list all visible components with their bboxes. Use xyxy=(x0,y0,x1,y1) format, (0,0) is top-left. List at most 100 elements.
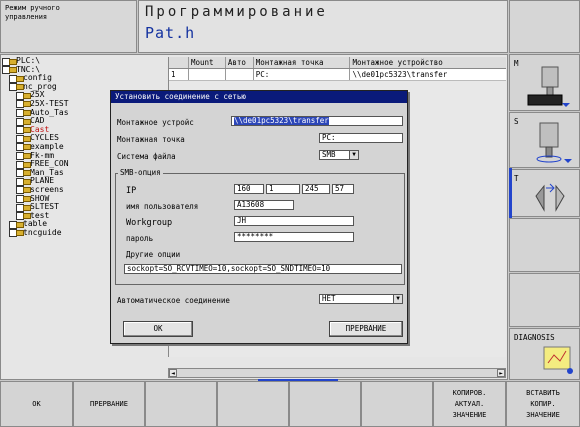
mount-device-field[interactable]: \\de01pc5323\transfer xyxy=(231,116,403,126)
folder-icon xyxy=(16,117,31,126)
column-header[interactable]: Авто xyxy=(226,57,254,68)
folder-icon xyxy=(16,100,31,109)
ip-octet-3[interactable]: 245 xyxy=(302,184,330,194)
password-label: пароль xyxy=(126,234,154,243)
tree-item-label: TNC:\ xyxy=(16,65,41,74)
other-options-label: Другие опции xyxy=(126,250,181,259)
tree-item-label: Man_Tas xyxy=(30,168,64,177)
column-header[interactable] xyxy=(169,57,189,68)
softkey-1[interactable]: OK xyxy=(0,381,73,427)
cancel-button[interactable]: ПРЕРВАНИЕ xyxy=(329,321,403,337)
spindle-icon xyxy=(527,66,570,107)
tool-t-key[interactable]: T xyxy=(509,169,580,217)
folder-icon xyxy=(16,169,31,178)
folder-icon xyxy=(16,212,31,221)
tree-item-label: config xyxy=(23,74,52,83)
ok-button[interactable]: OK xyxy=(123,321,193,337)
softkey-5[interactable] xyxy=(289,381,361,427)
tree-item-label: test xyxy=(30,211,50,220)
tree-item-label: FREE_CON xyxy=(30,160,69,169)
folder-icon xyxy=(9,220,24,229)
tool-change-icon xyxy=(535,183,565,212)
right-top-panel xyxy=(509,0,580,53)
table-cell xyxy=(226,69,254,80)
ip-octet-4[interactable]: 57 xyxy=(332,184,354,194)
tree-item-label: CYCLES xyxy=(30,134,59,143)
softkey-8[interactable]: ВСТАВИТЬ КОПИР. ЗНАЧЕНИЕ xyxy=(506,381,580,427)
folder-icon xyxy=(16,109,31,118)
tree-item[interactable]: TNC:\ xyxy=(2,66,164,75)
folder-icon xyxy=(16,134,31,143)
column-header[interactable]: Mount xyxy=(189,57,226,68)
tree-item[interactable]: config xyxy=(2,74,164,83)
auto-connect-select[interactable]: НЕТ ▼ xyxy=(319,294,403,304)
network-connection-dialog: Установить соединение с сетью Монтажное … xyxy=(110,90,408,344)
table-cell xyxy=(189,69,226,80)
mount-point-field[interactable]: PC: xyxy=(319,133,403,143)
folder-icon xyxy=(16,160,31,169)
softkey-6[interactable] xyxy=(361,381,433,427)
tree-item[interactable]: PLC:\ xyxy=(2,57,164,66)
ip-octet-2[interactable]: 1 xyxy=(266,184,300,194)
folder-icon xyxy=(2,57,17,66)
chevron-down-icon[interactable]: ▼ xyxy=(349,151,358,159)
tree-item-label: screens xyxy=(30,185,64,194)
mode-line-1: Режим ручного xyxy=(5,4,60,12)
tree-item-label: nc_prog xyxy=(23,82,57,91)
column-header[interactable]: Монтажное устройство xyxy=(350,57,506,68)
spindle-s-key[interactable]: S xyxy=(509,112,580,168)
folder-icon xyxy=(16,177,31,186)
folder-icon xyxy=(2,66,17,75)
filesystem-select[interactable]: SMB ▼ xyxy=(319,150,359,160)
ip-octet-1[interactable]: 160 xyxy=(234,184,264,194)
auto-connect-label: Автоматическое соединение xyxy=(117,296,230,305)
folder-icon xyxy=(16,152,31,161)
right-softkey-empty-2[interactable] xyxy=(509,273,580,327)
right-softkey-empty-1[interactable] xyxy=(509,218,580,272)
softkey-4[interactable] xyxy=(217,381,289,427)
workgroup-label: Workgroup xyxy=(126,218,173,228)
mode-line-2: управления xyxy=(5,13,48,21)
spindle-m-key[interactable]: M xyxy=(509,54,580,111)
tree-item-label: SHOW xyxy=(30,194,50,203)
s-label: S xyxy=(514,117,519,126)
horizontal-scrollbar[interactable]: ◄ ► xyxy=(168,368,506,378)
column-header[interactable]: Монтажная точка xyxy=(254,57,351,68)
scroll-left-icon[interactable]: ◄ xyxy=(169,369,177,377)
tree-item-label: PLANE xyxy=(30,177,55,186)
folder-icon xyxy=(16,126,31,135)
scroll-right-icon[interactable]: ► xyxy=(497,369,505,377)
page-title: Программирование xyxy=(145,4,328,20)
workgroup-field[interactable]: JH xyxy=(234,216,354,226)
diagnosis-key[interactable]: DIAGNOSIS xyxy=(509,328,580,380)
mount-device-value: \\de01pc5323\transfer xyxy=(234,116,329,125)
other-options-field[interactable]: sockopt=SO_RCVTIMEO=10,sockopt=SO_SNDTIM… xyxy=(124,264,402,274)
active-key-indicator xyxy=(509,168,512,218)
folder-icon xyxy=(16,186,31,195)
folder-icon xyxy=(16,195,31,203)
table-row[interactable]: 1 PC: \\de01pc5323\transfer xyxy=(169,69,506,81)
softkey-3[interactable] xyxy=(145,381,217,427)
softkey-2[interactable]: ПРЕРВАНИЕ xyxy=(73,381,145,427)
password-field[interactable]: ******** xyxy=(234,232,354,242)
diagnosis-icon xyxy=(543,346,573,374)
folder-icon xyxy=(9,74,24,83)
diagnosis-label: DIAGNOSIS xyxy=(514,333,555,342)
filesystem-label: Система файла xyxy=(117,152,176,161)
tree-item-label: Auto_Tas xyxy=(30,108,69,117)
tree-item-label: Cast xyxy=(30,125,50,134)
folder-icon xyxy=(16,91,31,100)
tree-item-label: 25X-TEST xyxy=(30,99,69,108)
program-header: Программирование Pat.h xyxy=(138,0,508,53)
smb-group-label: SMB-опция xyxy=(118,168,163,177)
tree-item-label: tncguide xyxy=(23,228,62,237)
folder-icon xyxy=(16,203,31,212)
softkey-7[interactable]: КОПИРОВ. АКТУАЛ. ЗНАЧЕНИЕ xyxy=(433,381,506,427)
folder-icon xyxy=(9,229,24,238)
username-field[interactable]: A13608 xyxy=(234,200,294,210)
operating-mode-box: Режим ручного управления xyxy=(0,0,137,53)
chevron-down-icon[interactable]: ▼ xyxy=(393,295,402,303)
tree-item-label: Fk-mm xyxy=(30,151,55,160)
tree-item-label: table xyxy=(23,220,48,229)
smb-options-group: SMB-опция IP 160 1 245 57 имя пользовате… xyxy=(115,168,405,285)
